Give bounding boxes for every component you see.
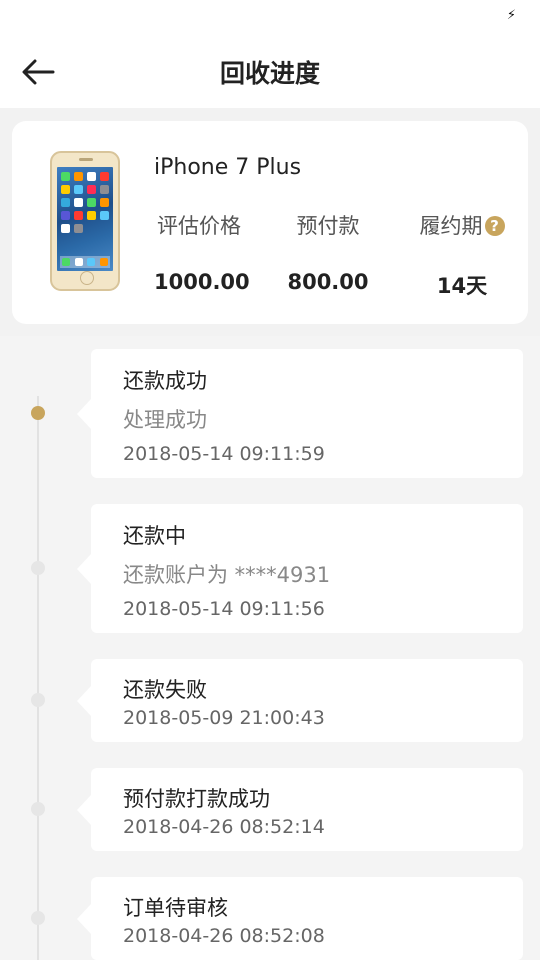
entry-title: 还款中: [123, 524, 186, 548]
timeline-dot: [31, 911, 45, 925]
price-label: 评估价格: [157, 214, 241, 238]
help-icon[interactable]: ?: [484, 216, 505, 236]
prepay-label: 预付款: [296, 214, 360, 238]
timeline-dot: [31, 693, 45, 707]
entry-detail: 处理成功: [123, 408, 207, 432]
product-card: iPhone 7 Plus 评估价格 1000.00 预付款 800.00 履约…: [12, 121, 528, 324]
charging-icon: ⚡: [506, 8, 516, 23]
timeline-line: [37, 396, 39, 960]
timeline-entry: 订单待审核 2018-04-26 08:52:08: [77, 877, 523, 960]
entry-title: 还款成功: [123, 369, 207, 393]
entry-detail: 还款账户为 ****4931: [123, 563, 331, 587]
term-label: 履约期: [419, 214, 483, 238]
entry-title: 还款失败: [123, 678, 207, 702]
timeline-dot-active: [31, 406, 45, 420]
entry-time: 2018-04-26 08:52:08: [123, 925, 325, 947]
prepay-column: 预付款 800.00: [286, 210, 370, 294]
status-bar: ⚡: [0, 0, 540, 36]
phone-image: [50, 151, 120, 291]
entry-title: 预付款打款成功: [123, 787, 270, 811]
entry-time: 2018-05-14 09:11:59: [123, 443, 325, 465]
timeline-entry: 预付款打款成功 2018-04-26 08:52:14: [77, 768, 523, 851]
timeline-dot: [31, 561, 45, 575]
timeline-dot: [31, 802, 45, 816]
entry-title: 订单待审核: [123, 896, 228, 920]
navigation-header: 回收进度: [0, 36, 540, 108]
product-model: iPhone 7 Plus: [154, 155, 302, 180]
entry-time: 2018-04-26 08:52:14: [123, 816, 325, 838]
timeline-entry: 还款成功 处理成功 2018-05-14 09:11:59: [77, 349, 523, 478]
prepay-value: 800.00: [287, 270, 369, 294]
progress-timeline: 还款成功 处理成功 2018-05-14 09:11:59 还款中 还款账户为 …: [0, 336, 540, 960]
entry-time: 2018-05-14 09:11:56: [123, 598, 325, 620]
term-value: 14天: [436, 274, 488, 298]
timeline-entry: 还款中 还款账户为 ****4931 2018-05-14 09:11:56: [77, 504, 523, 633]
term-column: 履约期? 14天: [404, 210, 520, 300]
term-label-row: 履约期?: [404, 210, 520, 240]
price-column: 评估价格 1000.00: [154, 210, 250, 294]
page-title: 回收进度: [219, 59, 320, 88]
entry-time: 2018-05-09 21:00:43: [123, 707, 325, 729]
price-value: 1000.00: [154, 270, 250, 294]
product-section: iPhone 7 Plus 评估价格 1000.00 预付款 800.00 履约…: [0, 108, 540, 336]
timeline-entry: 还款失败 2018-05-09 21:00:43: [77, 659, 523, 742]
